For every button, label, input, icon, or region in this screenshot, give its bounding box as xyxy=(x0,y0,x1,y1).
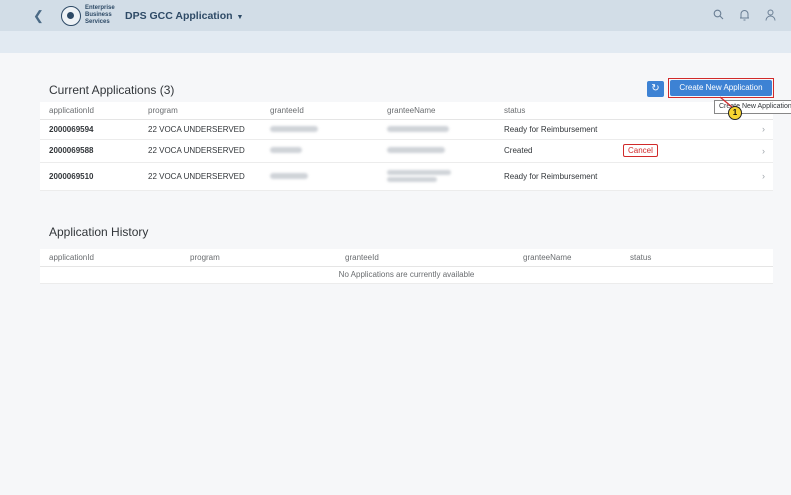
enterprise-logo-icon xyxy=(61,6,81,26)
grantee-id-redacted xyxy=(270,162,387,191)
column-header-granteeid: granteeId xyxy=(325,249,485,267)
table-header-row: applicationId program granteeId granteeN… xyxy=(40,249,773,267)
brand-line-3: Services xyxy=(85,19,110,25)
grantee-id-redacted xyxy=(270,119,387,140)
brand-name: Enterprise Business Services xyxy=(85,5,115,26)
caret-down-icon: ▼ xyxy=(236,14,244,21)
column-header-applicationid: applicationId xyxy=(40,249,190,267)
brand-line-2: Business xyxy=(85,12,112,18)
column-header-granteename: granteeName xyxy=(485,249,630,267)
chevron-right-icon[interactable]: › xyxy=(733,162,773,191)
cancel-button[interactable]: Cancel xyxy=(623,144,658,157)
application-id: 2000069594 xyxy=(40,119,148,140)
grantee-name-redacted xyxy=(387,162,504,191)
column-header-granteeid: granteeId xyxy=(270,102,387,120)
column-header-status: status xyxy=(504,102,623,120)
current-applications-table: applicationId program granteeId granteeN… xyxy=(40,102,773,191)
app-title-menu[interactable]: DPS GCC Application ▼ xyxy=(125,10,243,22)
application-history-title: Application History xyxy=(49,225,149,239)
status: Created xyxy=(504,139,623,163)
table-row[interactable]: 2000069588 22 VOCA UNDERSERVED Created C… xyxy=(40,139,773,163)
app-title: DPS GCC Application xyxy=(125,10,233,22)
grantee-name-redacted xyxy=(387,139,504,163)
user-icon[interactable] xyxy=(764,9,776,21)
step-pointer-icon xyxy=(719,96,733,108)
table-row[interactable]: 2000069594 22 VOCA UNDERSERVED Ready for… xyxy=(40,119,773,140)
program: 22 VOCA UNDERSERVED xyxy=(148,119,270,140)
program: 22 VOCA UNDERSERVED xyxy=(148,139,270,163)
create-new-application-button[interactable]: Create New Application xyxy=(668,78,774,98)
status: Ready for Reimbursement xyxy=(504,162,623,191)
chevron-right-icon[interactable]: › xyxy=(733,139,773,163)
application-id: 2000069588 xyxy=(40,139,148,163)
sub-header-bar xyxy=(0,31,791,53)
table-header-row: applicationId program granteeId granteeN… xyxy=(40,102,773,120)
back-icon[interactable]: ❮ xyxy=(33,9,45,23)
bell-icon[interactable] xyxy=(738,9,750,21)
column-header-program: program xyxy=(190,249,325,267)
column-header-applicationid: applicationId xyxy=(40,102,148,120)
application-history-table: applicationId program granteeId granteeN… xyxy=(40,249,773,284)
status: Ready for Reimbursement xyxy=(504,119,623,140)
grantee-id-redacted xyxy=(270,139,387,163)
current-applications-title: Current Applications (3) xyxy=(49,83,175,97)
column-header-program: program xyxy=(148,102,270,120)
column-header-granteename: granteeName xyxy=(387,102,504,120)
no-applications-message: No Applications are currently available xyxy=(40,266,773,284)
table-row[interactable]: 2000069510 22 VOCA UNDERSERVED Ready for… xyxy=(40,162,773,191)
refresh-button[interactable]: ↻ xyxy=(647,81,664,97)
grantee-name-redacted xyxy=(387,119,504,140)
chevron-right-icon[interactable]: › xyxy=(733,119,773,140)
refresh-icon: ↻ xyxy=(651,83,660,94)
shell-bar: ❮ Enterprise Business Services DPS GCC A… xyxy=(0,0,791,31)
column-header-status: status xyxy=(630,249,773,267)
application-id: 2000069510 xyxy=(40,162,148,191)
brand-line-1: Enterprise xyxy=(85,5,115,11)
search-icon[interactable] xyxy=(712,9,724,21)
empty-row: No Applications are currently available xyxy=(40,266,773,284)
program: 22 VOCA UNDERSERVED xyxy=(148,162,270,191)
create-new-application-label: Create New Application xyxy=(670,80,772,96)
